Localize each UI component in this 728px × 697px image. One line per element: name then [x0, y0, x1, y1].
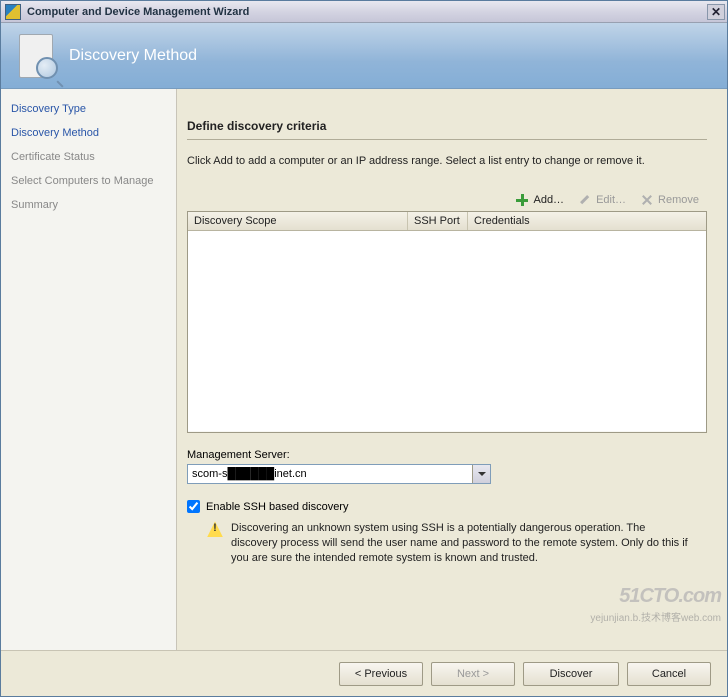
remove-button: Remove: [636, 191, 703, 209]
watermark: 51CTO.com: [619, 585, 721, 608]
management-server-select[interactable]: scom-s██████inet.cn: [187, 464, 491, 484]
management-server-value: scom-s██████inet.cn: [192, 468, 307, 480]
plus-icon: [515, 193, 529, 207]
wizard-sidebar: Discovery Type Discovery Method Certific…: [1, 89, 177, 650]
enable-ssh-checkbox[interactable]: [187, 500, 200, 513]
sidebar-step-select-computers: Select Computers to Manage: [1, 169, 176, 193]
ssh-warning-row: Discovering an unknown system using SSH …: [207, 521, 707, 566]
edit-button: Edit…: [574, 191, 630, 209]
content-intro: Click Add to add a computer or an IP add…: [187, 154, 707, 169]
pencil-icon: [575, 190, 595, 210]
app-icon: [5, 4, 21, 20]
grid-rows: [188, 231, 706, 431]
sidebar-step-certificate-status: Certificate Status: [1, 145, 176, 169]
discover-button[interactable]: Discover: [523, 662, 619, 686]
enable-ssh-label: Enable SSH based discovery: [206, 501, 348, 513]
watermark-sub: yejunjian.b.技术博客web.com: [590, 609, 721, 624]
window-title: Computer and Device Management Wizard: [27, 6, 707, 18]
enable-ssh-checkbox-row[interactable]: Enable SSH based discovery: [187, 500, 707, 513]
management-server-label: Management Server:: [187, 449, 707, 461]
wizard-footer: < Previous Next > Discover Cancel: [1, 650, 727, 696]
add-label: Add…: [533, 194, 564, 206]
sidebar-step-discovery-method[interactable]: Discovery Method: [1, 121, 176, 145]
cancel-button[interactable]: Cancel: [627, 662, 711, 686]
remove-label: Remove: [658, 194, 699, 206]
ssh-warning-text: Discovering an unknown system using SSH …: [231, 521, 691, 566]
wizard-header: Discovery Method: [1, 23, 727, 89]
content-heading: Define discovery criteria: [187, 119, 707, 140]
grid-header-row: Discovery Scope SSH Port Credentials: [188, 212, 706, 231]
sidebar-step-discovery-type[interactable]: Discovery Type: [1, 97, 176, 121]
remove-x-icon: [640, 193, 654, 207]
titlebar: Computer and Device Management Wizard ✕: [1, 1, 727, 23]
col-ssh-port[interactable]: SSH Port: [408, 212, 468, 230]
col-spacer: [652, 212, 706, 230]
col-credentials[interactable]: Credentials: [468, 212, 652, 230]
previous-button[interactable]: < Previous: [339, 662, 423, 686]
grid-toolbar: Add… Edit… Remove: [187, 191, 707, 209]
close-button[interactable]: ✕: [707, 4, 725, 20]
wizard-step-title: Discovery Method: [69, 47, 197, 65]
wizard-content: Define discovery criteria Click Add to a…: [177, 89, 727, 650]
warning-icon: [207, 521, 223, 537]
col-discovery-scope[interactable]: Discovery Scope: [188, 212, 408, 230]
add-button[interactable]: Add…: [511, 191, 568, 209]
sidebar-step-summary: Summary: [1, 193, 176, 217]
next-button: Next >: [431, 662, 515, 686]
discovery-grid[interactable]: Discovery Scope SSH Port Credentials: [187, 211, 707, 433]
wizard-body: Discovery Type Discovery Method Certific…: [1, 89, 727, 650]
edit-label: Edit…: [596, 194, 626, 206]
dropdown-arrow-icon[interactable]: [472, 465, 490, 483]
magnifier-computer-icon: [19, 34, 53, 78]
